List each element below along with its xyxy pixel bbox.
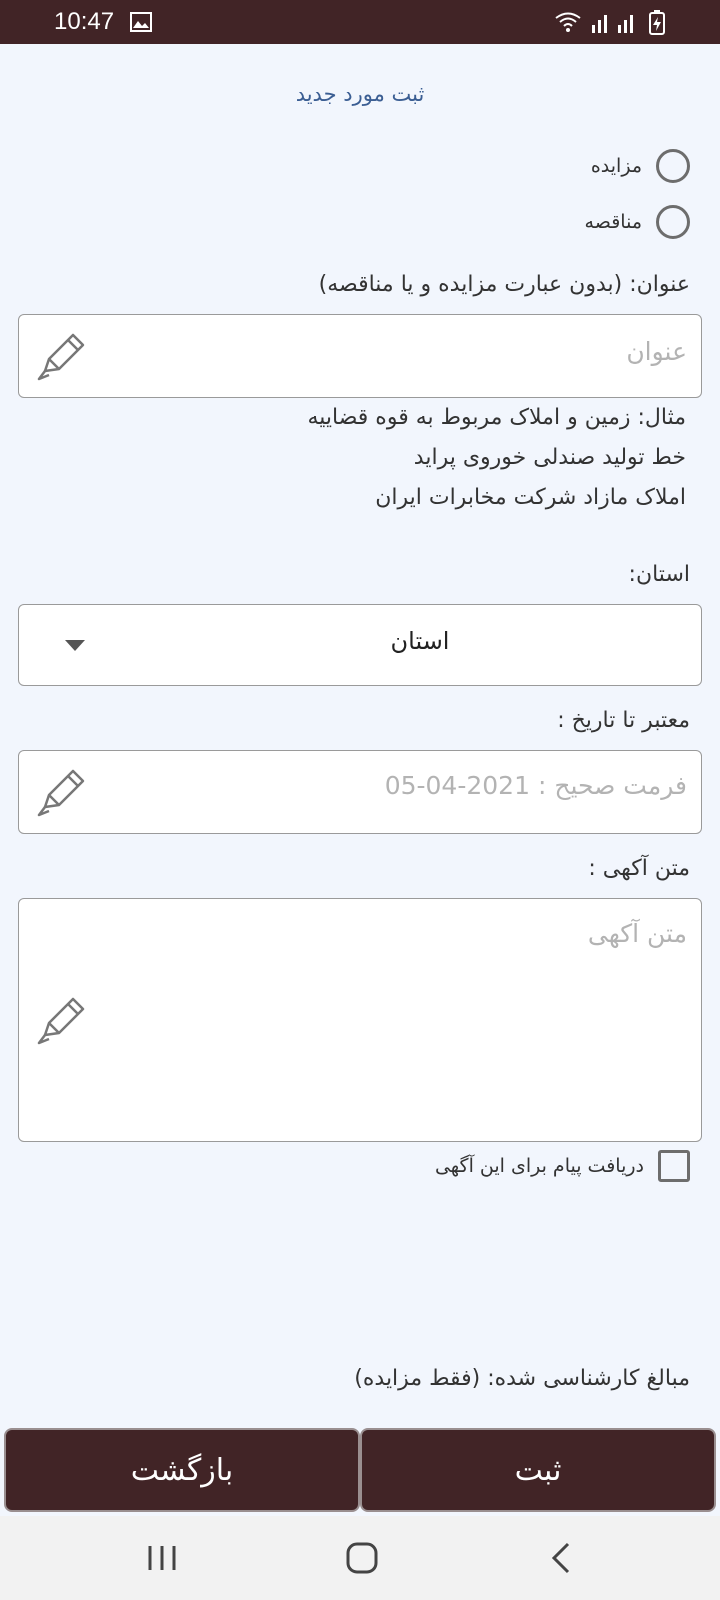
province-select[interactable]: استان [18, 604, 702, 686]
valid-until-input[interactable]: فرمت صحیح : 2021-04-05 [18, 750, 702, 834]
back-icon[interactable] [540, 1536, 584, 1580]
radio-button[interactable] [656, 205, 690, 239]
pencil-icon [37, 333, 85, 381]
radio-option-auction[interactable]: مزایده [591, 146, 690, 186]
example-line: املاک مازاد شرکت مخابرات ایران [375, 485, 686, 510]
receive-messages-option[interactable]: دریافت پیام برای این آگهی [435, 1150, 690, 1182]
status-bar: 10:47 [0, 0, 720, 44]
example-line: خط تولید صندلی خوروی پراید [413, 445, 686, 470]
title-input[interactable]: عنوان [18, 314, 702, 398]
dropdown-arrow-icon [65, 640, 85, 651]
status-time: 10:47 [54, 8, 115, 35]
pencil-icon [37, 997, 85, 1045]
navigation-bar [0, 1516, 720, 1600]
pencil-icon [37, 769, 85, 817]
ad-text-label: متن آکهی : [588, 856, 690, 881]
page-title: ثبت مورد جدید [295, 82, 425, 106]
valid-until-placeholder: فرمت صحیح : 2021-04-05 [384, 771, 687, 800]
receive-messages-checkbox[interactable] [658, 1150, 690, 1182]
radio-button[interactable] [656, 149, 690, 183]
gallery-icon [130, 12, 152, 32]
radio-label: مزایده [590, 155, 642, 177]
receive-messages-label: دریافت پیام برای این آگهی [434, 1155, 644, 1177]
ad-text-textarea[interactable]: متن آکهی [18, 898, 702, 1142]
radio-label: مناقصه [584, 211, 642, 233]
appraisal-label: مبالغ کارشناسی شده: (فقط مزایده) [354, 1366, 690, 1391]
valid-until-label: معتبر تا تاریخ : [557, 708, 690, 733]
province-selected-value: استان [390, 627, 450, 655]
province-label: استان: [628, 562, 690, 587]
title-input-placeholder: عنوان [626, 337, 687, 366]
recent-apps-icon[interactable] [140, 1536, 184, 1580]
submit-button[interactable]: ثبت [360, 1428, 716, 1512]
battery-charging-icon [649, 10, 665, 35]
signal-icon [618, 15, 633, 33]
radio-option-tender[interactable]: مناقصه [585, 202, 690, 242]
back-button[interactable]: بازگشت [4, 1428, 360, 1512]
wifi-icon [555, 12, 581, 27]
ad-text-placeholder: متن آکهی [587, 919, 687, 948]
signal-icon [592, 15, 607, 33]
system-status-icons [555, 10, 665, 35]
home-icon[interactable] [340, 1536, 384, 1580]
example-line: مثال: زمین و املاک مربوط به قوه قضاییه [307, 405, 686, 430]
title-field-label: عنوان: (بدون عبارت مزایده و یا مناقصه) [318, 272, 690, 297]
